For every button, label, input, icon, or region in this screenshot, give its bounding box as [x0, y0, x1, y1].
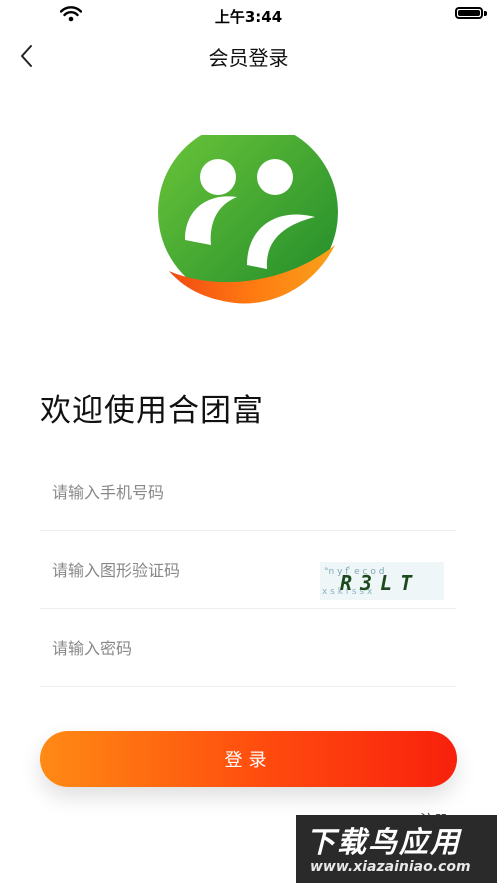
welcome-heading: 欢迎使用合团富 [40, 393, 264, 429]
status-bar: 上午3:44 [0, 0, 497, 28]
captcha-input[interactable] [52, 556, 302, 584]
captcha-image[interactable]: °n y f ͑ e c o d x s k f s s x R3LT [320, 562, 444, 600]
watermark-title: 下载鸟应用 [306, 825, 462, 859]
password-field-row [40, 608, 456, 687]
password-input[interactable] [52, 634, 302, 662]
nav-bar: 会员登录 [0, 28, 497, 84]
watermark-url: www.xiazainiao.com [310, 859, 471, 875]
phone-input[interactable] [52, 478, 302, 506]
watermark-logo: 下载鸟应用 www.xiazainiao.com [296, 815, 497, 883]
captcha-text: R3LT [340, 571, 420, 595]
battery-icon [455, 7, 483, 19]
captcha-field-row: °n y f ͑ e c o d x s k f s s x R3LT [40, 530, 456, 609]
battery-tip [484, 11, 487, 16]
app-logo-icon [158, 135, 338, 304]
status-time: 上午3:44 [214, 8, 283, 26]
phone-field-row [40, 452, 456, 531]
login-button[interactable]: 登录 [40, 731, 457, 787]
page-title: 会员登录 [208, 46, 289, 70]
